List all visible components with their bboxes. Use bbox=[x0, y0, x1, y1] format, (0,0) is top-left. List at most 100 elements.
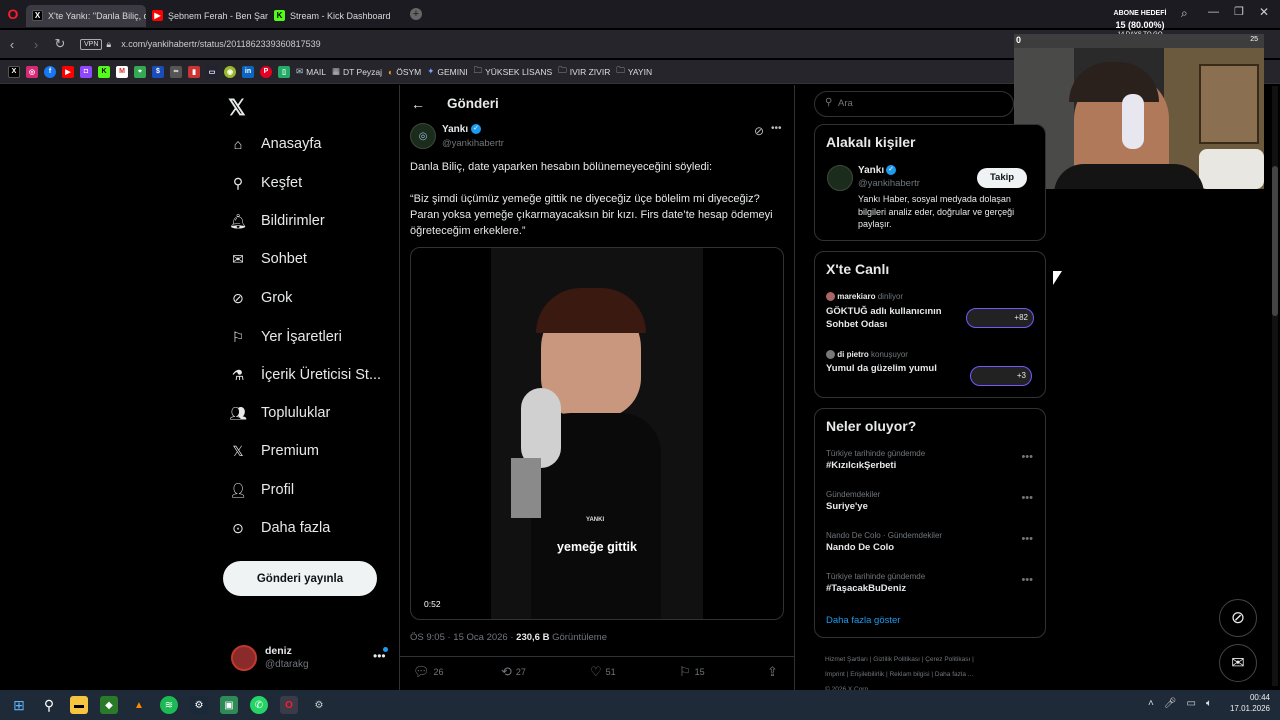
nav-more[interactable]: ⊙ Daha fazla bbox=[229, 519, 330, 537]
nav-premium[interactable]: 𝕏 Premium bbox=[229, 442, 319, 460]
nav-communities[interactable]: 👥︎ Topluluklar bbox=[229, 404, 330, 422]
app-icon[interactable]: ▣ bbox=[220, 696, 238, 714]
nav-bookmarks[interactable]: ⚐ Yer İşaretleri bbox=[229, 328, 342, 346]
twitch-icon[interactable]: ◘ bbox=[80, 65, 92, 78]
clock-time[interactable]: 00:44 bbox=[1228, 693, 1270, 702]
x-icon[interactable]: X bbox=[8, 65, 20, 78]
search-box[interactable]: ⚲ Ara bbox=[814, 91, 1014, 117]
facebook-icon[interactable]: f bbox=[44, 65, 56, 78]
reload-icon[interactable]: ↻ bbox=[48, 36, 72, 52]
more-icon[interactable]: ••• bbox=[1021, 533, 1033, 545]
opera-logo-icon[interactable]: O bbox=[0, 6, 26, 22]
search-icon[interactable]: ⚲ bbox=[40, 696, 58, 714]
maps-icon[interactable]: ⌖ bbox=[134, 65, 146, 78]
microphone-icon[interactable]: 🎤︎ bbox=[1164, 698, 1177, 709]
bookmark-site-icon[interactable]: ▮ bbox=[188, 65, 200, 78]
bookmark-osym[interactable]: ◐ ÖSYM bbox=[388, 67, 421, 77]
nav-profile[interactable]: 👤︎ Profil bbox=[229, 481, 294, 499]
linkedin-icon[interactable]: in bbox=[242, 65, 254, 78]
tab-x[interactable]: X X'te Yankı: "Danla Biliç, da bbox=[26, 4, 146, 27]
messages-float-button[interactable]: ✉ bbox=[1219, 644, 1257, 682]
post-timestamp[interactable]: ÖS 9:05 · 15 Oca 2026 · bbox=[410, 632, 516, 643]
more-icon[interactable]: ••• bbox=[1021, 574, 1033, 586]
forward-icon[interactable]: › bbox=[24, 37, 48, 52]
app-icon[interactable]: ◆ bbox=[100, 696, 118, 714]
bookmark-mail[interactable]: ✉ MAIL bbox=[296, 66, 326, 77]
link-icon[interactable]: ∞ bbox=[170, 65, 182, 78]
footer-link[interactable]: Erişilebilirlik bbox=[850, 671, 884, 678]
bookmark-button[interactable]: ⚐ 15 bbox=[679, 664, 705, 680]
windows-start-icon[interactable]: ⊞ bbox=[10, 696, 28, 714]
footer-link[interactable]: Daha fazla ... bbox=[935, 671, 973, 678]
youtube-icon[interactable]: ▶ bbox=[62, 65, 74, 78]
nav-messages[interactable]: ✉ Sohbet bbox=[229, 250, 307, 268]
footer-link[interactable]: Reklam bilgisi bbox=[889, 671, 929, 678]
bookmark-gemini[interactable]: ✦ GEMINI bbox=[427, 66, 467, 77]
phone-icon[interactable]: ▯ bbox=[278, 65, 290, 78]
nav-grok[interactable]: ⊘ Grok bbox=[229, 289, 292, 307]
bookmark-site-icon[interactable]: ◉ bbox=[224, 65, 236, 78]
related-name[interactable]: Yankı bbox=[858, 165, 884, 176]
footer-link[interactable]: Imprint bbox=[825, 671, 845, 678]
chevron-up-icon[interactable]: ˄ bbox=[1148, 698, 1154, 709]
minimize-button[interactable]: — bbox=[1208, 6, 1219, 18]
trend-item[interactable]: Türkiye tarihinde gündemde #TaşacakBuDeni… bbox=[826, 572, 925, 594]
nav-creator-studio[interactable]: ⚗ İçerik Üreticisi St... bbox=[229, 366, 381, 384]
url-field[interactable]: x.com/yankihabertr/status/20118623393608… bbox=[121, 39, 320, 49]
grok-float-button[interactable]: ⊘ bbox=[1219, 599, 1257, 637]
steam-icon[interactable]: ⚙ bbox=[190, 696, 208, 714]
pinterest-icon[interactable]: P bbox=[260, 65, 272, 78]
volume-icon[interactable]: 🔈︎ bbox=[1206, 698, 1212, 709]
avatar[interactable] bbox=[827, 165, 853, 191]
tab-kick[interactable]: K Stream - Kick Dashboard bbox=[268, 5, 398, 27]
more-icon[interactable]: ••• bbox=[771, 123, 782, 134]
more-icon[interactable]: ••• bbox=[1021, 492, 1033, 504]
close-button[interactable]: ✕ bbox=[1259, 5, 1269, 19]
post-author-name[interactable]: Yankı bbox=[442, 124, 468, 135]
trend-item[interactable]: Türkiye tarihinde gündemde #KızılcıkŞerbe… bbox=[826, 449, 925, 471]
account-switcher[interactable]: deniz @dtarakg ••• bbox=[231, 643, 391, 673]
reply-button[interactable]: 💬︎ 26 bbox=[413, 664, 444, 680]
nav-explore[interactable]: ⚲ Keşfet bbox=[229, 174, 302, 192]
bookmark-yuksek-lisans[interactable]: 🗀︎ YÜKSEK LİSANS bbox=[474, 65, 553, 79]
settings-icon[interactable]: ⚙ bbox=[310, 696, 328, 714]
like-button[interactable]: ♡ 51 bbox=[590, 664, 616, 680]
file-explorer-icon[interactable]: ▬ bbox=[70, 696, 88, 714]
opera-icon[interactable]: O bbox=[280, 696, 298, 714]
footer-link[interactable]: Hizmet Şartları bbox=[825, 656, 868, 663]
clock-date[interactable]: 17.01.2026 bbox=[1228, 704, 1270, 713]
space-item[interactable]: di pietro konuşuyor Yumul da güzelim yum… bbox=[826, 350, 1036, 390]
network-icon[interactable]: ▭ bbox=[1187, 698, 1196, 709]
bookmark-ivir-zivir[interactable]: 🗀︎ IVIR ZIVIR bbox=[558, 65, 610, 79]
bookmark-yayin[interactable]: 🗀︎ YAYIN bbox=[616, 65, 652, 79]
share-button[interactable]: ⇪ bbox=[767, 664, 778, 680]
footer-link[interactable]: Çerez Politikası bbox=[925, 656, 970, 663]
trend-item[interactable]: Gündemdekiler Suriye'ye bbox=[826, 490, 880, 512]
dollar-icon[interactable]: $ bbox=[152, 65, 164, 78]
new-tab-button[interactable]: + bbox=[410, 8, 422, 20]
more-icon[interactable]: ••• bbox=[1021, 451, 1033, 463]
vpn-badge[interactable]: VPN bbox=[80, 38, 103, 50]
back-icon[interactable]: ‹ bbox=[0, 37, 24, 52]
scrollbar[interactable] bbox=[1272, 86, 1278, 686]
trend-item[interactable]: Nando De Colo · Gündemdekiler Nando De Co… bbox=[826, 531, 942, 553]
post-author-handle[interactable]: @yankihabertr bbox=[442, 138, 504, 149]
instagram-icon[interactable]: ◎ bbox=[26, 65, 38, 78]
maximize-button[interactable]: ❐ bbox=[1234, 5, 1244, 18]
window-search-icon[interactable]: ⌕ bbox=[1181, 6, 1188, 21]
grok-icon[interactable]: ⊘ bbox=[754, 124, 764, 138]
follow-button[interactable]: Takip bbox=[977, 168, 1027, 188]
back-arrow-icon[interactable]: ← bbox=[411, 96, 425, 112]
nav-notifications[interactable]: 🔔︎ Bildirimler bbox=[229, 212, 325, 230]
post-video[interactable]: YANKI yemeğe gittik 0:52 bbox=[410, 247, 784, 620]
post-author-avatar[interactable]: ◎ bbox=[410, 123, 436, 149]
spotify-icon[interactable]: ≋ bbox=[160, 696, 178, 714]
bookmark-dt-peyzaj[interactable]: ▦ DT Peyzaj bbox=[332, 66, 382, 77]
bookmark-site-icon[interactable]: ▭ bbox=[206, 65, 218, 78]
whatsapp-icon[interactable]: ✆ bbox=[250, 696, 268, 714]
vlc-icon[interactable]: ▲ bbox=[130, 696, 148, 714]
repost-button[interactable]: ⟲ 27 bbox=[501, 664, 526, 680]
footer-link[interactable]: Gizlilik Politikası bbox=[873, 656, 920, 663]
kick-icon[interactable]: K bbox=[98, 65, 110, 78]
search-input[interactable]: Ara bbox=[838, 98, 853, 109]
